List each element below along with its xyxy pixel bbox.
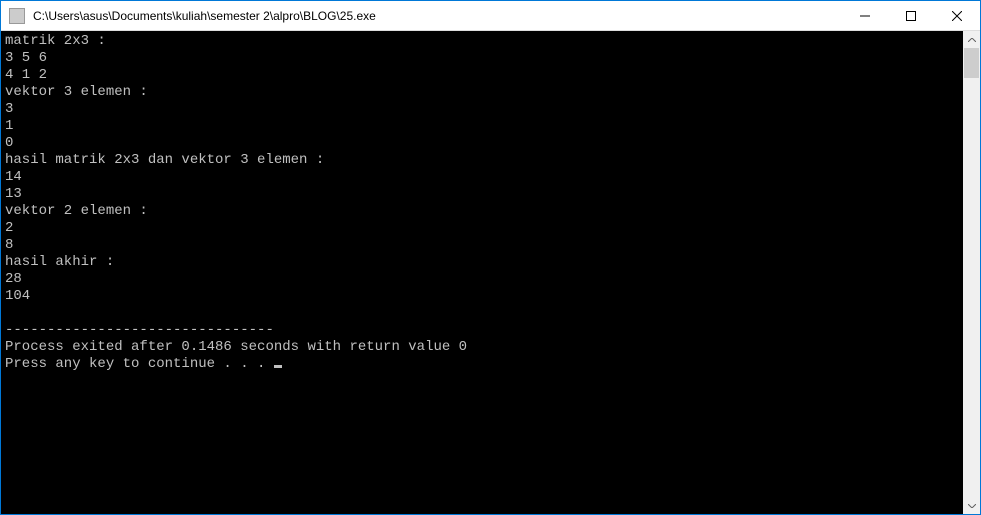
scroll-thumb[interactable]	[964, 48, 979, 78]
console-line: 8	[5, 237, 13, 253]
console-line: Process exited after 0.1486 seconds with…	[5, 339, 467, 355]
console-line: Press any key to continue . . .	[5, 356, 274, 372]
console-area: matrik 2x3 : 3 5 6 4 1 2 vektor 3 elemen…	[1, 31, 980, 514]
console-line: vektor 3 elemen :	[5, 84, 148, 100]
console-line: hasil akhir :	[5, 254, 114, 270]
console-line: vektor 2 elemen :	[5, 203, 148, 219]
minimize-icon	[860, 11, 870, 21]
console-line: 0	[5, 135, 13, 151]
maximize-icon	[906, 11, 916, 21]
console-line: 3	[5, 101, 13, 117]
app-icon	[9, 8, 25, 24]
window-controls	[842, 1, 980, 30]
console-line: matrik 2x3 :	[5, 33, 106, 49]
chevron-down-icon	[968, 504, 976, 508]
chevron-up-icon	[968, 38, 976, 42]
minimize-button[interactable]	[842, 1, 888, 30]
vertical-scrollbar[interactable]	[963, 31, 980, 514]
console-line: hasil matrik 2x3 dan vektor 3 elemen :	[5, 152, 324, 168]
maximize-button[interactable]	[888, 1, 934, 30]
close-button[interactable]	[934, 1, 980, 30]
console-window: C:\Users\asus\Documents\kuliah\semester …	[0, 0, 981, 515]
console-line: 2	[5, 220, 13, 236]
console-output[interactable]: matrik 2x3 : 3 5 6 4 1 2 vektor 3 elemen…	[1, 31, 963, 514]
console-line: 14	[5, 169, 22, 185]
scroll-down-button[interactable]	[963, 497, 980, 514]
scroll-up-button[interactable]	[963, 31, 980, 48]
console-line: 104	[5, 288, 30, 304]
console-line: 13	[5, 186, 22, 202]
console-line: 3 5 6	[5, 50, 47, 66]
console-line: 28	[5, 271, 22, 287]
console-line: 1	[5, 118, 13, 134]
text-cursor	[274, 365, 282, 368]
window-title: C:\Users\asus\Documents\kuliah\semester …	[33, 9, 842, 23]
titlebar: C:\Users\asus\Documents\kuliah\semester …	[1, 1, 980, 31]
console-line: --------------------------------	[5, 322, 274, 338]
console-line: 4 1 2	[5, 67, 47, 83]
close-icon	[952, 11, 962, 21]
